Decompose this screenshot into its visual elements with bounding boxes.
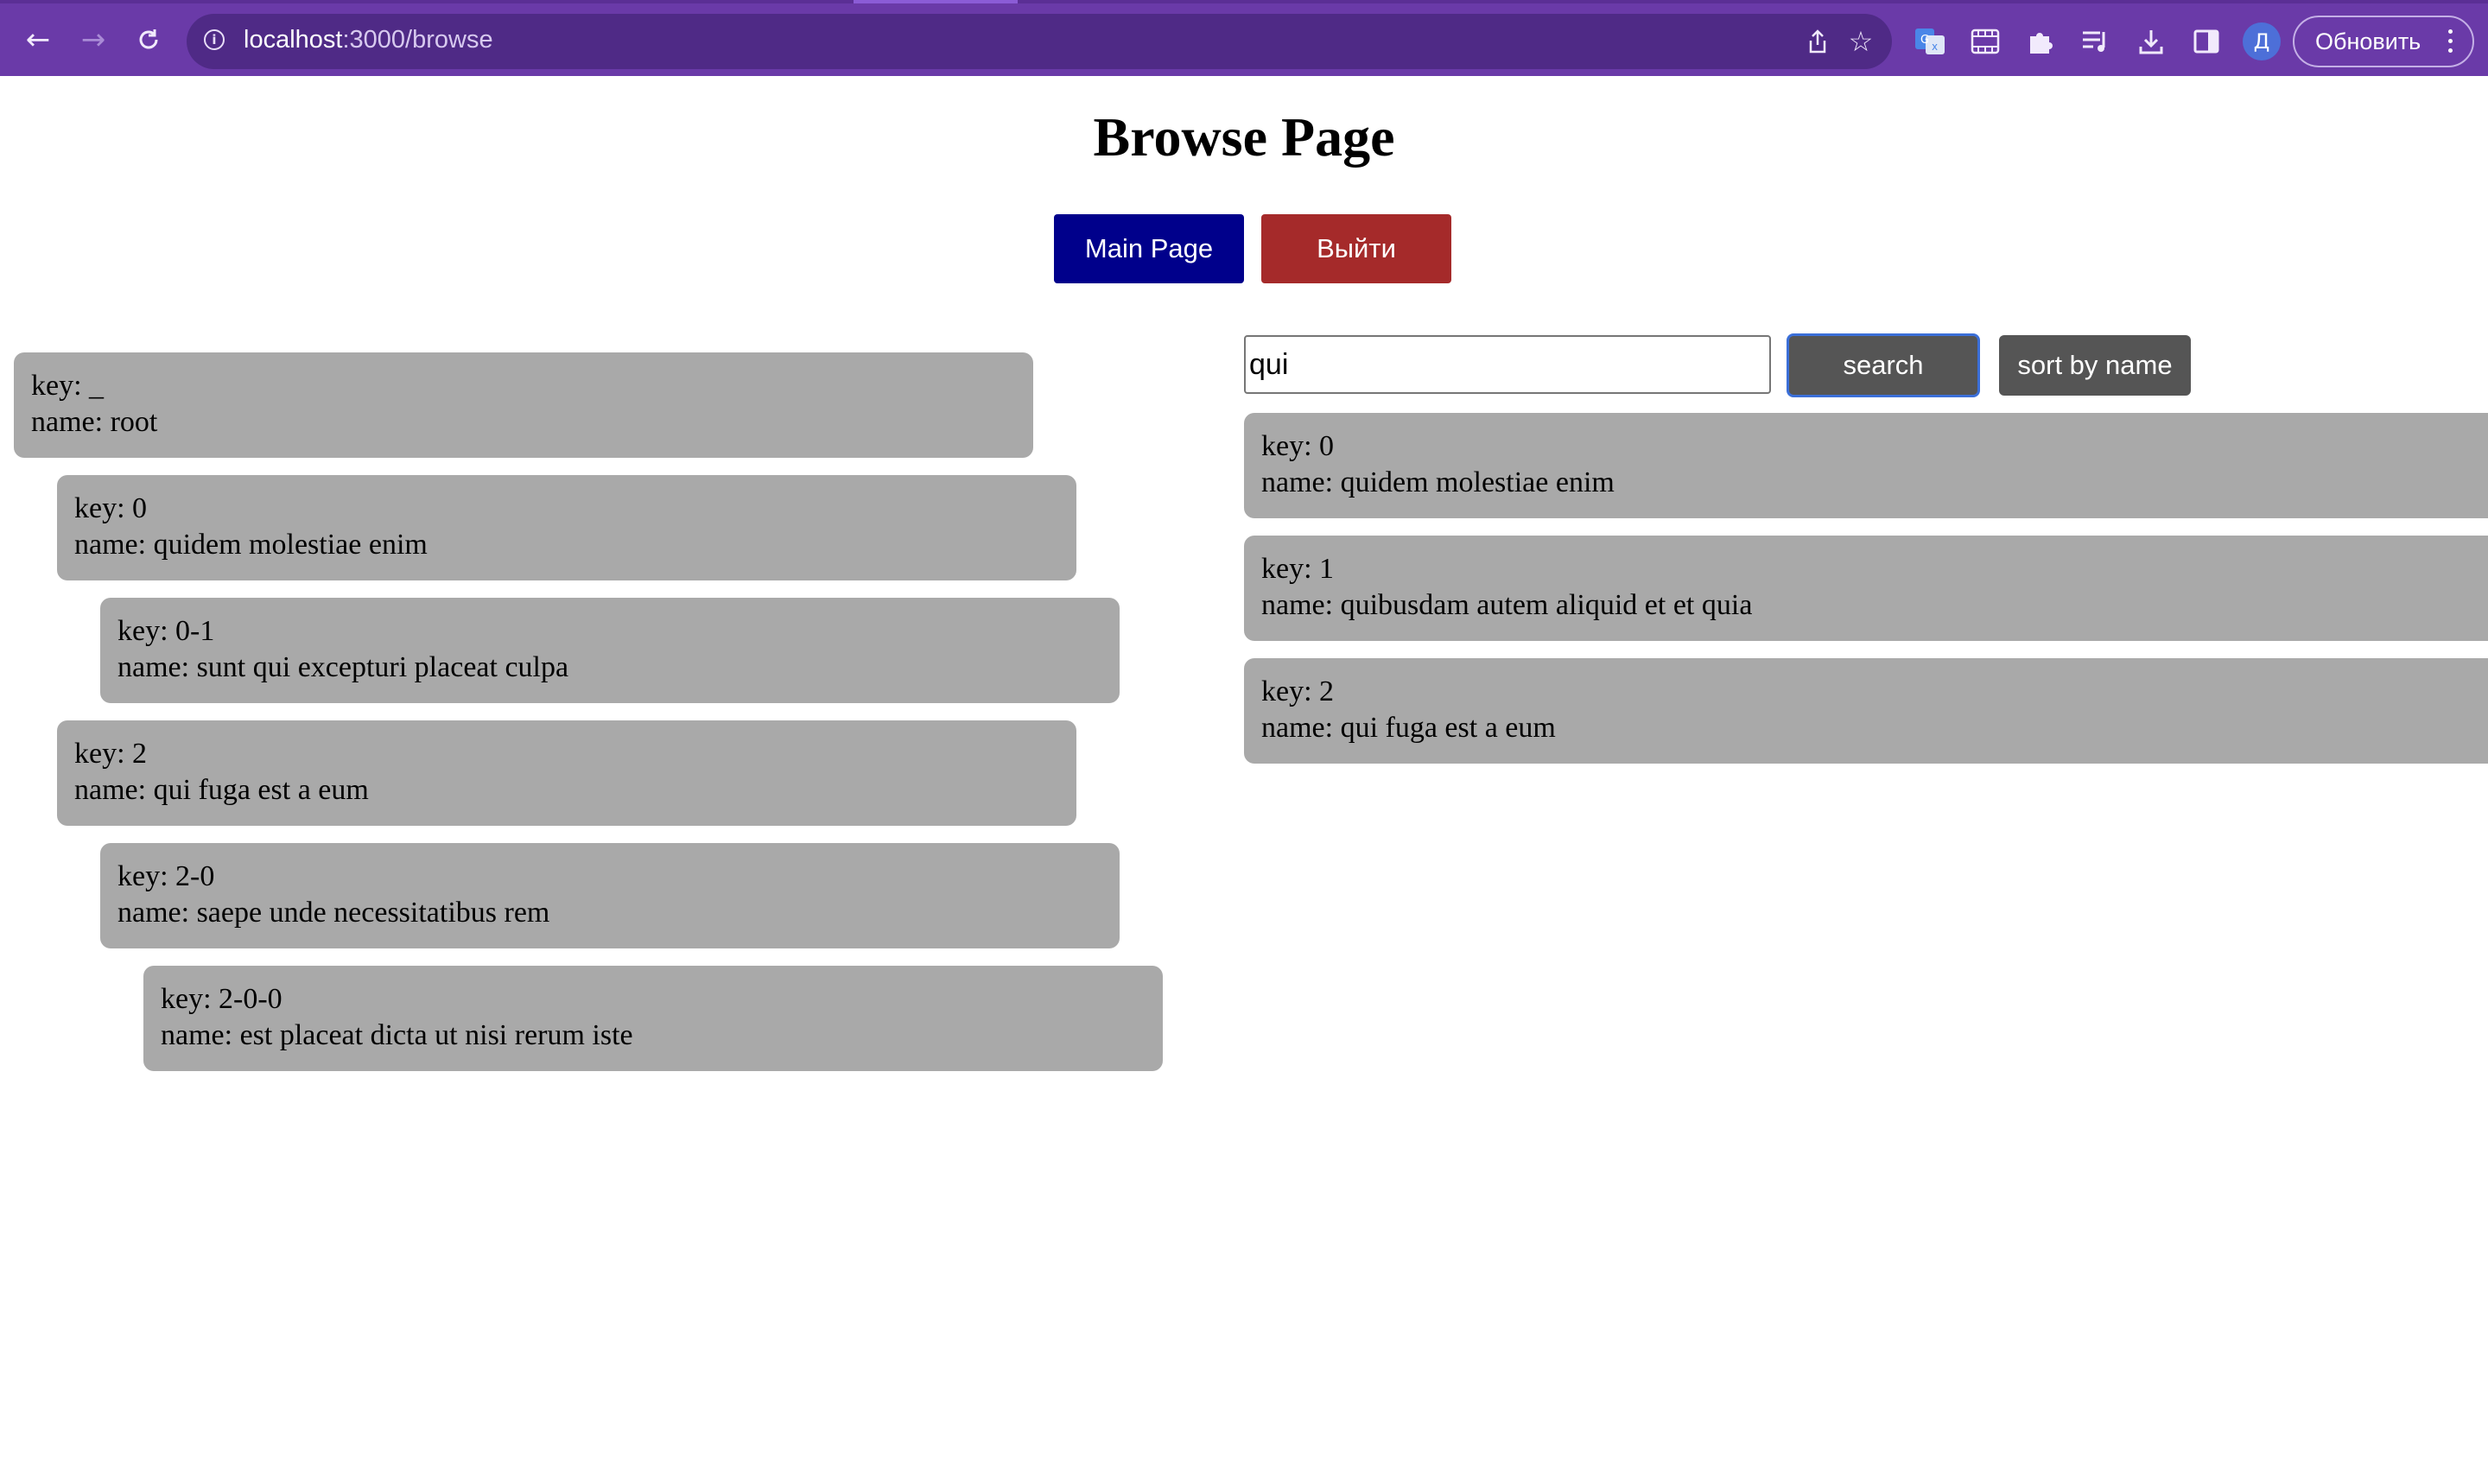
page-title: Browse Page (1093, 106, 1395, 168)
address-bar[interactable]: i localhost:3000/browse ☆ (187, 14, 1892, 69)
tree-node[interactable]: key: 0 name: quidem molestiae enim (57, 475, 1076, 580)
url-host: localhost (244, 26, 343, 54)
active-tab-indicator (854, 0, 1018, 3)
share-icon[interactable] (1802, 26, 1833, 57)
translate-extension-icon[interactable]: Gx (1913, 24, 1947, 59)
result-name: name: quibusdam autem aliquid et et quia (1261, 589, 1753, 621)
profile-avatar[interactable]: Д (2243, 22, 2281, 60)
result-item[interactable]: key: 1 name: quibusdam autem aliquid et … (1244, 536, 2488, 641)
reading-list-icon[interactable] (2079, 24, 2113, 59)
tree-node[interactable]: key: _ name: root (14, 352, 1033, 458)
extensions-puzzle-icon[interactable] (2023, 24, 2058, 59)
tree-node[interactable]: key: 0-1 name: sunt qui excepturi placea… (100, 598, 1120, 703)
reload-icon[interactable] (130, 21, 168, 59)
node-key: key: 2-0 (117, 860, 215, 892)
url-path: :3000/browse (342, 26, 493, 54)
more-menu-icon[interactable] (2448, 29, 2453, 55)
tree-node[interactable]: key: 2 name: qui fuga est a eum (57, 720, 1076, 826)
browser-toolbar: ← → i localhost:3000/browse ☆ Gx Д Обнов… (0, 0, 2488, 76)
result-name: name: qui fuga est a eum (1261, 712, 1556, 744)
downloads-icon[interactable] (2134, 24, 2168, 59)
node-name: name: quidem molestiae enim (74, 529, 428, 561)
url-text[interactable]: localhost:3000/browse (244, 26, 493, 54)
node-key: key: 0 (74, 492, 148, 524)
tree-node[interactable]: key: 2-0-0 name: est placeat dicta ut ni… (143, 966, 1163, 1071)
main-page-button[interactable]: Main Page (1054, 214, 1244, 283)
result-key: key: 1 (1261, 553, 1335, 585)
bookmark-star-icon[interactable]: ☆ (1845, 25, 1876, 58)
node-name: name: qui fuga est a eum (74, 774, 369, 806)
search-input[interactable] (1244, 335, 1771, 394)
node-name: name: est placeat dicta ut nisi rerum is… (161, 1019, 633, 1051)
forward-icon[interactable]: → (74, 21, 112, 59)
node-name: name: saepe unde necessitatibus rem (117, 897, 550, 929)
node-key: key: 0-1 (117, 615, 215, 647)
site-info-icon[interactable]: i (204, 29, 225, 50)
node-name: name: root (31, 406, 158, 438)
update-browser-button[interactable]: Обновить (2293, 16, 2474, 67)
update-label: Обновить (2315, 28, 2421, 54)
result-name: name: quidem molestiae enim (1261, 466, 1615, 498)
result-key: key: 0 (1261, 430, 1335, 462)
svg-text:G: G (1920, 34, 1929, 47)
node-key: key: 2 (74, 738, 148, 770)
logout-button[interactable]: Выйти (1261, 214, 1451, 283)
sort-by-name-button[interactable]: sort by name (1999, 335, 2191, 396)
node-name: name: sunt qui excepturi placeat culpa (117, 651, 569, 683)
svg-text:x: x (1932, 41, 1938, 53)
tree-node[interactable]: key: 2-0 name: saepe unde necessitatibus… (100, 843, 1120, 948)
media-extension-icon[interactable] (1968, 24, 2002, 59)
result-item[interactable]: key: 0 name: quidem molestiae enim (1244, 413, 2488, 518)
node-key: key: 2-0-0 (161, 983, 282, 1015)
back-icon[interactable]: ← (19, 21, 57, 59)
result-item[interactable]: key: 2 name: qui fuga est a eum (1244, 658, 2488, 764)
side-panel-icon[interactable] (2189, 24, 2224, 59)
search-button[interactable]: search (1787, 333, 1980, 397)
result-key: key: 2 (1261, 675, 1335, 707)
node-key: key: _ (31, 370, 105, 402)
